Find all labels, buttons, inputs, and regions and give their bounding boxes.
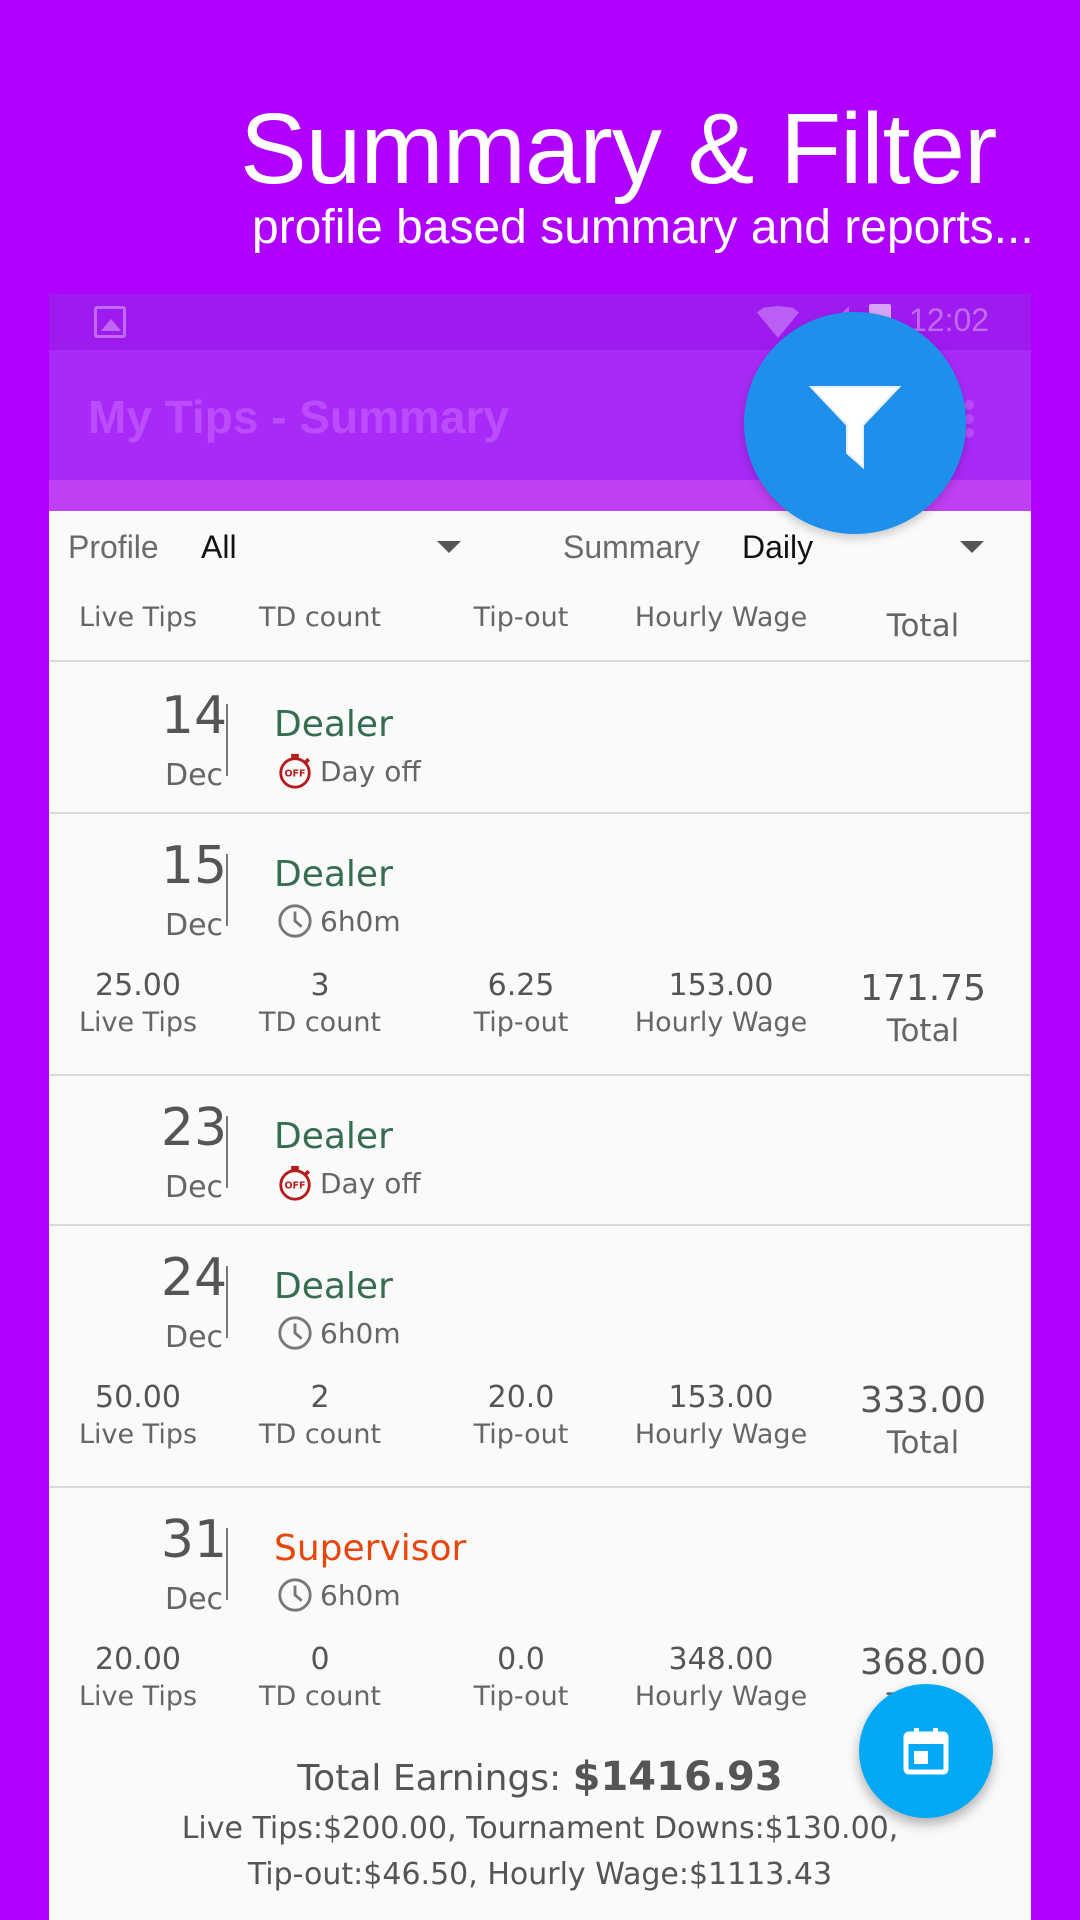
entry-role: Supervisor [274,1528,467,1569]
column-header: Live Tips [78,602,198,633]
column-headers: Live Tips TD count Tip-out Hourly Wage T… [49,594,1031,662]
entry-month: Dec [164,908,224,943]
divider [226,1528,228,1600]
status-text: 6h0m [320,904,401,938]
column-header: TD count [258,602,382,633]
clock-icon [278,904,312,938]
status-text: Day off [320,1166,421,1200]
entry-month: Dec [164,1320,224,1355]
app-title: My Tips - Summary [88,391,509,443]
total-earnings-label: Total Earnings: [297,1758,562,1799]
total-stat: 171.75 Total [860,968,986,1049]
entry-status: 6h0m [276,902,401,940]
summary-dropdown[interactable]: Daily [742,529,813,566]
live-tips-stat: 50.00 Live Tips [78,1380,198,1450]
td-count-stat: 3 TD count [258,968,382,1038]
td-count-stat: 0 TD count [258,1642,382,1712]
hourly-wage-stat: 153.00 Hourly Wage [634,1380,808,1450]
profile-dropdown-arrow-icon[interactable] [437,541,461,553]
entry-day: 23 [160,1098,228,1158]
breakdown-line: Tip-out:$46.50, Hourly Wage:$1113.43 [247,1857,833,1892]
entry-status: 6h0m [276,1576,401,1614]
tip-out-stat: 0.0 Tip-out [473,1642,569,1712]
entry-month: Dec [164,1170,224,1205]
list-item[interactable]: 15 Dec Dealer 6h0m 25.00 Live Tips 3 TD co… [49,814,1031,1076]
divider [226,1266,228,1338]
entry-role: Dealer [274,1266,393,1307]
divider [226,1116,228,1188]
tip-out-stat: 20.0 Tip-out [473,1380,569,1450]
list-item[interactable]: 24 Dec Dealer 6h0m 50.00 Live Tips 2 TD co… [49,1226,1031,1488]
status-text: 6h0m [320,1578,401,1612]
td-count-stat: 2 TD count [258,1380,382,1450]
entry-month: Dec [164,758,224,793]
clock-icon [278,1578,312,1612]
breakdown-line: Live Tips:$200.00, Tournament Downs:$130… [181,1811,899,1846]
entry-role: Dealer [274,704,393,745]
entry-day: 24 [160,1248,228,1308]
column-header: Total [886,608,960,644]
list-item[interactable]: 14 Dec Dealer OFF Day off [49,664,1031,814]
day-off-icon: OFF [279,1165,311,1201]
entry-status: OFF Day off [276,752,421,790]
summary-label: Summary [563,529,700,565]
live-tips-stat: 25.00 Live Tips [78,968,198,1038]
entry-role: Dealer [274,1116,393,1157]
image-notification-icon [94,306,126,338]
tip-out-stat: 6.25 Tip-out [473,968,569,1038]
entry-day: 14 [160,686,228,746]
divider [226,854,228,926]
divider [226,704,228,776]
total-earnings-value: $1416.93 [572,1754,783,1800]
promo-subtitle: profile based summary and reports... [252,201,1034,254]
day-off-icon: OFF [279,753,311,789]
total-stat: 333.00 Total [860,1380,986,1461]
profile-label: Profile [68,529,159,565]
hourly-wage-stat: 153.00 Hourly Wage [634,968,808,1038]
hourly-wage-stat: 348.00 Hourly Wage [634,1642,808,1712]
entry-status: OFF Day off [276,1164,421,1202]
calendar-button[interactable] [859,1684,993,1818]
entry-day: 15 [160,836,228,896]
promo-title: Summary & Filter [240,93,997,205]
status-text: 6h0m [320,1316,401,1350]
entry-role: Dealer [274,854,393,895]
svg-text:OFF: OFF [284,1181,305,1192]
earnings-breakdown: Live Tips:$200.00, Tournament Downs:$130… [49,1806,1031,1898]
svg-text:OFF: OFF [284,769,305,780]
filter-icon [808,386,902,470]
profile-dropdown[interactable]: All [201,529,237,566]
column-header: Hourly Wage [634,602,808,633]
column-header: Tip-out [473,602,569,633]
calendar-icon [903,1728,949,1775]
live-tips-stat: 20.00 Live Tips [78,1642,198,1712]
entry-day: 31 [160,1510,228,1570]
entry-month: Dec [164,1582,224,1617]
list-item[interactable]: 23 Dec Dealer OFF Day off [49,1076,1031,1226]
status-text: Day off [320,754,421,788]
phone-screen: 12:02 My Tips - Summary Profile All Summ… [49,294,1031,1920]
entry-status: 6h0m [276,1314,401,1352]
summary-dropdown-arrow-icon[interactable] [960,541,984,553]
clock-icon [278,1316,312,1350]
filter-button[interactable] [744,312,966,534]
